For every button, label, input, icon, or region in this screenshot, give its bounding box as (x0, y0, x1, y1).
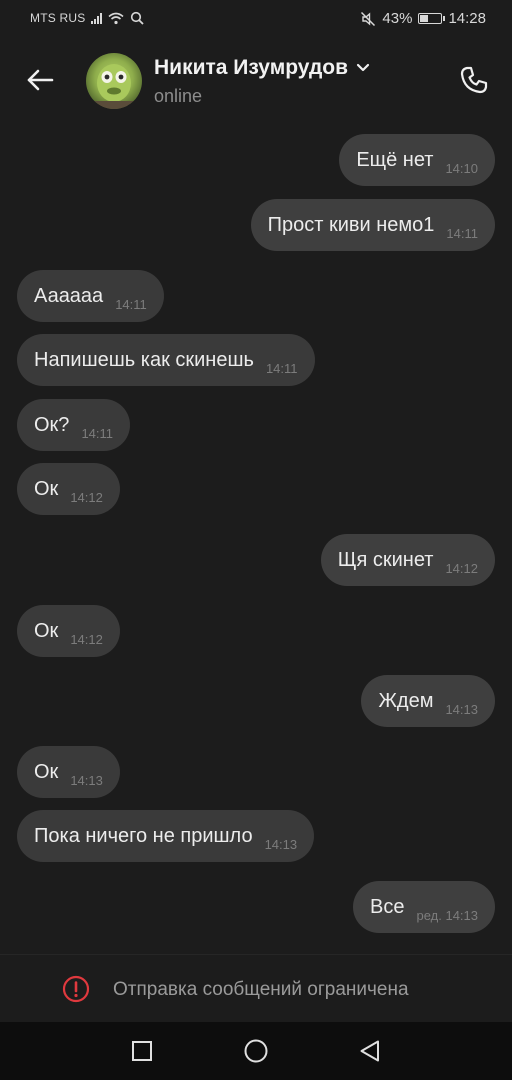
avatar-image (86, 64, 142, 109)
message-text: Все (370, 895, 405, 918)
home-icon (244, 1039, 268, 1063)
search-icon (131, 11, 145, 25)
contact-name: Никита Изумрудов (154, 56, 349, 79)
message-list: Ещё нет 14:10 Прост киви немо1 14:11 Аааааа 1… (0, 124, 512, 954)
status-left: MTS RUS (30, 11, 145, 25)
call-button[interactable] (454, 60, 494, 100)
outgoing-message[interactable]: Щя скинет 14:12 (320, 534, 495, 586)
mute-icon (361, 11, 376, 26)
message-text: Прост киви немо1 (267, 213, 435, 236)
incoming-message[interactable]: Пока ничего не пришло 14:13 (17, 810, 315, 862)
message-text: Ок? (34, 413, 70, 436)
incoming-message[interactable]: Ок 14:12 (17, 605, 120, 657)
alert-circle-icon (62, 975, 90, 1003)
back-arrow-icon (27, 69, 54, 91)
message-time: 14:12 (445, 560, 478, 576)
system-nav-bar (0, 1022, 512, 1080)
incoming-message[interactable]: Напишешь как скинешь 14:11 (17, 334, 315, 386)
message-time: 14:12 (70, 631, 103, 647)
signal-icon (91, 12, 103, 24)
restriction-text: Отправка сообщений ограничена (113, 979, 409, 1000)
message-text: Щя скинет (337, 548, 434, 571)
message-text: Пока ничего не пришло (34, 824, 253, 847)
message-time: 14:12 (70, 489, 103, 505)
outgoing-message[interactable]: Ждем 14:13 (361, 675, 495, 727)
battery-level-fill (420, 15, 428, 22)
outgoing-message[interactable]: Прост киви немо1 14:11 (250, 199, 495, 251)
battery-percent: 43% (382, 10, 413, 27)
incoming-message[interactable]: Ок? 14:11 (17, 399, 131, 451)
message-text: Ок (34, 619, 59, 642)
message-time: 14:13 (70, 772, 103, 788)
message-text: Ждем (378, 689, 434, 712)
message-time: 14:11 (81, 425, 114, 441)
restriction-bar: Отправка сообщений ограничена (0, 954, 512, 1022)
status-bar: MTS RUS 43% 14:28 (0, 0, 512, 40)
back-icon (360, 1040, 379, 1062)
message-time: 14:11 (115, 296, 147, 312)
home-button[interactable] (243, 1038, 269, 1064)
message-text: Аааааа (34, 284, 104, 307)
incoming-message[interactable]: Аааааа 14:11 (17, 270, 164, 322)
chat-screen: MTS RUS 43% 14:28 Никита Изумрудов onlin… (0, 0, 512, 1080)
back-button[interactable] (20, 60, 60, 100)
recent-apps-button[interactable] (129, 1038, 155, 1064)
system-back-button[interactable] (357, 1038, 383, 1064)
message-time: 14:10 (445, 160, 478, 176)
chevron-down-icon (356, 63, 370, 72)
phone-icon (460, 66, 488, 94)
chat-header: Никита Изумрудов online (0, 40, 512, 124)
battery-icon (418, 13, 446, 24)
message-text: Напишешь как скинешь (34, 348, 254, 371)
recent-apps-icon (132, 1041, 152, 1061)
message-time: 14:13 (264, 836, 298, 852)
outgoing-message[interactable]: Все ред. 14:13 (353, 881, 495, 933)
avatar[interactable] (86, 53, 142, 109)
message-time: 14:13 (445, 701, 478, 717)
incoming-message[interactable]: Ок 14:12 (17, 463, 120, 515)
status-right: 43% 14:28 (360, 10, 486, 27)
message-time: 14:11 (446, 225, 478, 241)
outgoing-message[interactable]: Ещё нет 14:10 (339, 134, 495, 186)
wifi-icon (108, 12, 124, 24)
message-text: Ещё нет (356, 148, 434, 171)
incoming-message[interactable]: Ок 14:13 (17, 746, 120, 798)
message-text: Ок (34, 477, 59, 500)
contact-name-row[interactable]: Никита Изумрудов (154, 56, 370, 80)
carrier-label: MTS RUS (30, 11, 86, 25)
message-text: Ок (34, 760, 59, 783)
contact-status: online (154, 86, 203, 106)
status-time: 14:28 (448, 10, 486, 27)
message-time: ред. 14:13 (416, 907, 478, 923)
message-time: 14:11 (265, 360, 298, 376)
